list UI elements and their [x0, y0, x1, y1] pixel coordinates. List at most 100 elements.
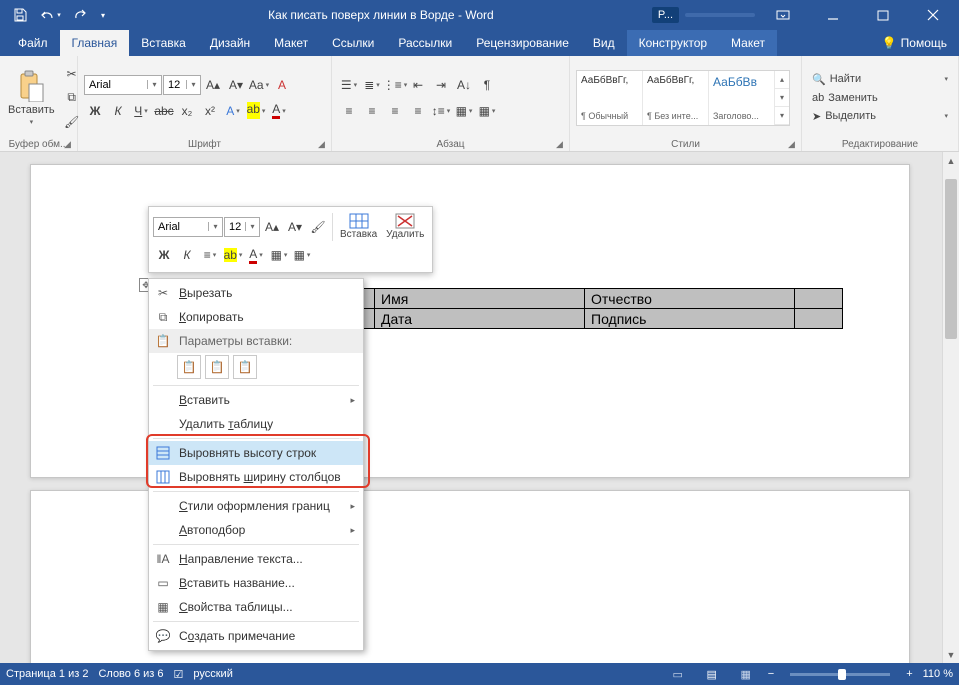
mini-size-combo[interactable]: ▾: [224, 217, 260, 237]
ctx-autofit[interactable]: Автоподбор▸: [149, 518, 363, 542]
styles-gallery[interactable]: АаБбВвГг,¶ Обычный АаБбВвГг,¶ Без инте..…: [576, 70, 790, 126]
mini-delete-button[interactable]: Удалить: [382, 211, 428, 242]
tab-table-layout[interactable]: Макет: [719, 30, 777, 56]
ctx-distribute-cols[interactable]: Выровнять ширину столбцов: [149, 465, 363, 489]
undo-button[interactable]: ▾: [36, 0, 64, 30]
tab-review[interactable]: Рецензирование: [464, 30, 581, 56]
font-size-combo[interactable]: ▾: [163, 75, 201, 95]
spellcheck-icon[interactable]: ☑: [174, 668, 184, 681]
bold-button[interactable]: Ж: [84, 100, 106, 122]
multilevel-button[interactable]: ⋮≡▾: [384, 74, 406, 96]
ctx-text-direction[interactable]: ǁAНаправление текста...: [149, 547, 363, 571]
mini-bold[interactable]: Ж: [153, 244, 175, 266]
mini-font-combo[interactable]: ▾: [153, 217, 223, 237]
ctx-insert-caption[interactable]: ▭Вставить название...: [149, 571, 363, 595]
paste-merge[interactable]: 📋: [205, 355, 229, 379]
scroll-up[interactable]: ▲: [943, 152, 959, 169]
zoom-in[interactable]: +: [906, 668, 912, 680]
ctx-distribute-rows[interactable]: Выровнять высоту строк: [149, 441, 363, 465]
zoom-slider[interactable]: [790, 673, 890, 676]
underline-button[interactable]: Ч▾: [130, 100, 152, 122]
paste-button[interactable]: Вставить▾: [6, 66, 57, 130]
show-marks-button[interactable]: ¶: [476, 74, 498, 96]
font-color-button[interactable]: A▾: [268, 100, 290, 122]
clipboard-launcher[interactable]: ◢: [64, 139, 74, 149]
tab-insert[interactable]: Вставка: [129, 30, 198, 56]
mini-shrink-font[interactable]: A▾: [284, 216, 306, 238]
paragraph-launcher[interactable]: ◢: [556, 139, 566, 149]
ribbon-display-options[interactable]: [761, 0, 805, 30]
find-button[interactable]: 🔍Найти▾: [808, 71, 952, 88]
clear-format-button[interactable]: A: [271, 74, 293, 96]
scroll-track[interactable]: [943, 169, 959, 646]
qat-customize[interactable]: ▾: [96, 0, 110, 30]
line-spacing-button[interactable]: ↕≡▾: [430, 100, 452, 122]
status-words[interactable]: Слово 6 из 6: [98, 668, 163, 680]
paste-keep-format[interactable]: 📋: [177, 355, 201, 379]
mini-font-color[interactable]: A▾: [245, 244, 267, 266]
tab-file[interactable]: Файл: [6, 30, 60, 56]
select-button[interactable]: ➤Выделить▾: [808, 108, 952, 125]
text-effects-button[interactable]: A▾: [222, 100, 244, 122]
mini-insert-button[interactable]: Вставка: [336, 211, 381, 242]
tab-layout[interactable]: Макет: [262, 30, 320, 56]
tab-view[interactable]: Вид: [581, 30, 627, 56]
ctx-delete-table[interactable]: Удалить таблицу: [149, 412, 363, 436]
align-center-button[interactable]: ≡: [361, 100, 383, 122]
mini-shading[interactable]: ▦▾: [268, 244, 290, 266]
mini-format-painter[interactable]: 🖌: [307, 216, 329, 238]
style-heading1[interactable]: АаБбВвЗаголово...: [709, 71, 775, 125]
zoom-out[interactable]: −: [768, 668, 774, 680]
ctx-cut[interactable]: ✂ВВырезатьырезать: [149, 281, 363, 305]
font-launcher[interactable]: ◢: [318, 139, 328, 149]
ctx-new-comment[interactable]: 💬Создать примечание: [149, 624, 363, 648]
align-right-button[interactable]: ≡: [384, 100, 406, 122]
zoom-value[interactable]: 110 %: [923, 668, 953, 680]
tab-references[interactable]: Ссылки: [320, 30, 386, 56]
grow-font-button[interactable]: A▴: [202, 74, 224, 96]
superscript-button[interactable]: x²: [199, 100, 221, 122]
bullets-button[interactable]: ☰▾: [338, 74, 360, 96]
close-button[interactable]: [911, 0, 955, 30]
dec-indent-button[interactable]: ⇤: [407, 74, 429, 96]
style-nospacing[interactable]: АаБбВвГг,¶ Без инте...: [643, 71, 709, 125]
minimize-button[interactable]: [811, 0, 855, 30]
paste-text[interactable]: 📋: [233, 355, 257, 379]
shrink-font-button[interactable]: A▾: [225, 74, 247, 96]
vertical-scrollbar[interactable]: ▲ ▼: [942, 152, 959, 663]
account-name[interactable]: [685, 13, 755, 17]
subscript-button[interactable]: x₂: [176, 100, 198, 122]
save-button[interactable]: [6, 0, 34, 30]
shading-button[interactable]: ▦▾: [453, 100, 475, 122]
tab-table-design[interactable]: Конструктор: [627, 30, 719, 56]
ctx-copy[interactable]: ⧉Копировать: [149, 305, 363, 329]
status-page[interactable]: Страница 1 из 2: [6, 668, 88, 680]
tab-home[interactable]: Главная: [60, 30, 130, 56]
replace-button[interactable]: abЗаменить: [808, 90, 952, 106]
borders-button[interactable]: ▦▾: [476, 100, 498, 122]
tell-me[interactable]: 💡Помощь: [870, 30, 959, 56]
status-lang[interactable]: русский: [193, 668, 232, 680]
numbering-button[interactable]: ≣▾: [361, 74, 383, 96]
account-badge[interactable]: P...: [652, 7, 679, 23]
document-area[interactable]: [0, 152, 942, 663]
redo-button[interactable]: [66, 0, 94, 30]
mini-highlight[interactable]: ab▾: [222, 244, 244, 266]
font-name-combo[interactable]: ▾: [84, 75, 162, 95]
mini-align[interactable]: ≡▾: [199, 244, 221, 266]
italic-button[interactable]: К: [107, 100, 129, 122]
justify-button[interactable]: ≡: [407, 100, 429, 122]
view-print[interactable]: ▤: [700, 663, 724, 685]
ctx-insert[interactable]: Вставить▸: [149, 388, 363, 412]
styles-scroll[interactable]: ▴▾▾: [775, 71, 789, 125]
sort-button[interactable]: A↓: [453, 74, 475, 96]
tab-design[interactable]: Дизайн: [198, 30, 262, 56]
ctx-table-props[interactable]: ▦Свойства таблицы...: [149, 595, 363, 619]
view-read[interactable]: ▭: [666, 663, 690, 685]
change-case-button[interactable]: Aa▾: [248, 74, 270, 96]
scroll-thumb[interactable]: [945, 179, 957, 339]
styles-launcher[interactable]: ◢: [788, 139, 798, 149]
mini-borders[interactable]: ▦▾: [291, 244, 313, 266]
tab-mailings[interactable]: Рассылки: [386, 30, 464, 56]
maximize-button[interactable]: [861, 0, 905, 30]
